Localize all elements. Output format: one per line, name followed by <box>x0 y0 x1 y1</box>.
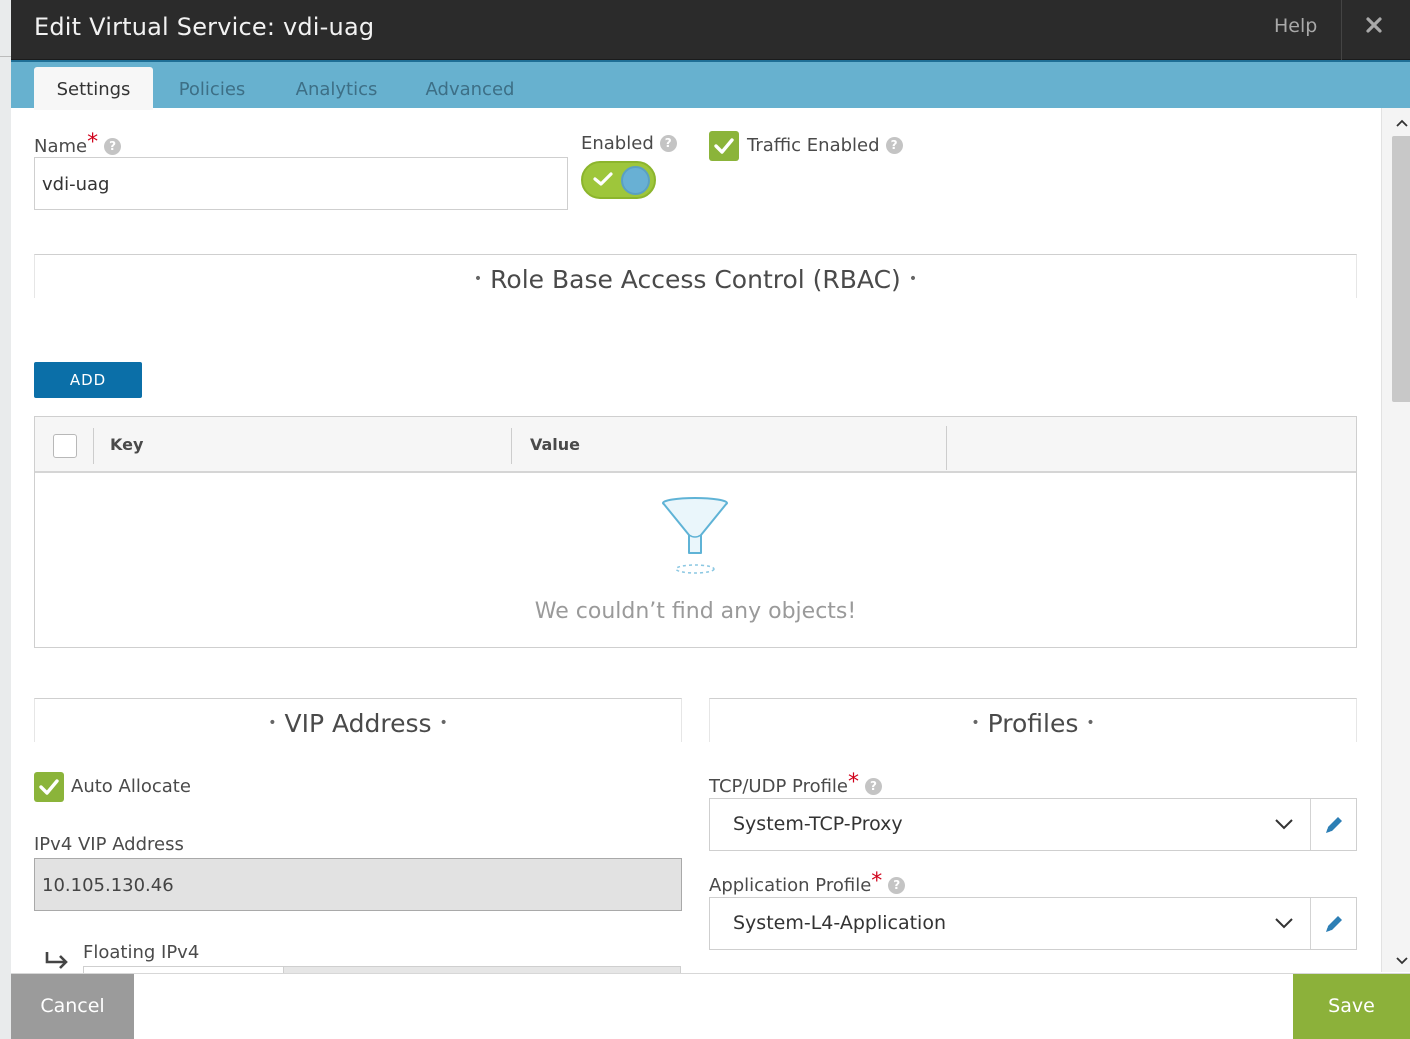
funnel-icon <box>662 497 728 574</box>
close-icon[interactable] <box>1363 14 1385 36</box>
empty-state-text: We couldn’t find any objects! <box>534 599 857 624</box>
pencil-edit-icon[interactable] <box>1323 913 1345 935</box>
column-divider <box>93 428 94 464</box>
scroll-down-icon[interactable] <box>1395 956 1409 966</box>
name-input[interactable]: vdi-uag <box>34 157 568 210</box>
rbac-section-title: Role Base Access Control (RBAC) <box>490 265 901 294</box>
tcp-udp-profile-select[interactable]: System-TCP-Proxy <box>709 798 1357 851</box>
check-icon <box>714 138 734 154</box>
required-asterisk: * <box>871 869 883 894</box>
check-icon <box>39 779 59 795</box>
column-header-value[interactable]: Value <box>530 435 580 454</box>
help-question-icon[interactable]: ? <box>888 877 906 894</box>
help-question-icon[interactable]: ? <box>865 778 883 795</box>
dialog-titlebar: Edit Virtual Service: vdi-uag Help <box>11 0 1410 60</box>
profiles-section-title: Profiles <box>987 709 1079 738</box>
rbac-table: Key Value We couldn’t find any objects! <box>34 416 1357 648</box>
chevron-down-icon[interactable] <box>1274 916 1294 930</box>
edit-virtual-service-dialog: Edit Virtual Service: vdi-uag Help Setti… <box>11 0 1410 1039</box>
pencil-edit-icon[interactable] <box>1323 814 1345 836</box>
tcp-udp-profile-text: TCP/UDP Profile <box>709 776 849 797</box>
help-link[interactable]: Help <box>1274 15 1317 37</box>
required-asterisk: * <box>848 770 860 795</box>
chevron-down-icon[interactable] <box>1274 817 1294 831</box>
application-profile-select[interactable]: System-L4-Application <box>709 897 1357 950</box>
tab-advanced[interactable]: Advanced <box>411 67 529 110</box>
sub-item-arrow-icon <box>45 952 68 969</box>
tab-policies[interactable]: Policies <box>164 67 260 110</box>
tab-bar: Settings Policies Analytics Advanced <box>11 60 1410 110</box>
enabled-toggle[interactable] <box>581 161 656 199</box>
tab-settings[interactable]: Settings <box>34 67 153 110</box>
select-divider <box>1310 799 1311 850</box>
application-profile-label: Application Profile*? <box>709 869 906 897</box>
help-question-icon[interactable]: ? <box>659 135 677 152</box>
enabled-label-text: Enabled <box>581 133 654 154</box>
ipv4-vip-input: 10.105.130.46 <box>34 858 682 911</box>
scroll-up-icon[interactable] <box>1395 118 1409 128</box>
column-header-key[interactable]: Key <box>110 435 143 454</box>
traffic-enabled-text: Traffic Enabled <box>747 135 880 156</box>
column-divider <box>946 426 947 470</box>
scroll-thumb[interactable] <box>1392 136 1410 402</box>
profiles-section-header: • Profiles • <box>709 698 1357 742</box>
ipv4-vip-label: IPv4 VIP Address <box>34 834 184 855</box>
required-asterisk: * <box>87 130 99 155</box>
application-profile-value: System-L4-Application <box>733 912 946 934</box>
rbac-section-header: • Role Base Access Control (RBAC) • <box>34 254 1357 298</box>
help-question-icon[interactable]: ? <box>885 137 903 154</box>
tcp-udp-profile-value: System-TCP-Proxy <box>733 813 903 835</box>
check-icon <box>593 172 613 186</box>
auto-allocate-label: Auto Allocate <box>71 776 191 797</box>
floating-ipv4-label: Floating IPv4 <box>83 942 200 963</box>
help-question-icon[interactable]: ? <box>104 138 122 155</box>
traffic-enabled-label: Traffic Enabled? <box>747 135 903 156</box>
name-label-text: Name <box>34 136 88 157</box>
tab-analytics[interactable]: Analytics <box>279 67 394 110</box>
dialog-title: Edit Virtual Service: vdi-uag <box>34 13 375 41</box>
select-divider <box>1310 898 1311 949</box>
enabled-label: Enabled? <box>581 133 677 154</box>
column-divider <box>511 428 512 464</box>
add-button[interactable]: ADD <box>34 362 142 398</box>
cancel-button[interactable]: Cancel <box>11 974 134 1039</box>
titlebar-divider <box>1341 0 1342 60</box>
application-profile-text: Application Profile <box>709 875 872 896</box>
rbac-table-header: Key Value <box>35 417 1356 473</box>
dialog-footer: Cancel Save <box>11 973 1410 1039</box>
auto-allocate-checkbox[interactable] <box>34 772 64 802</box>
tcp-udp-profile-label: TCP/UDP Profile*? <box>709 770 883 798</box>
toggle-knob <box>621 166 650 195</box>
traffic-enabled-checkbox[interactable] <box>709 131 739 161</box>
vip-section-header: • VIP Address • <box>34 698 682 742</box>
select-all-checkbox[interactable] <box>53 434 77 458</box>
name-label: Name*? <box>34 130 122 158</box>
save-button[interactable]: Save <box>1293 974 1410 1039</box>
vip-section-title: VIP Address <box>284 709 432 738</box>
